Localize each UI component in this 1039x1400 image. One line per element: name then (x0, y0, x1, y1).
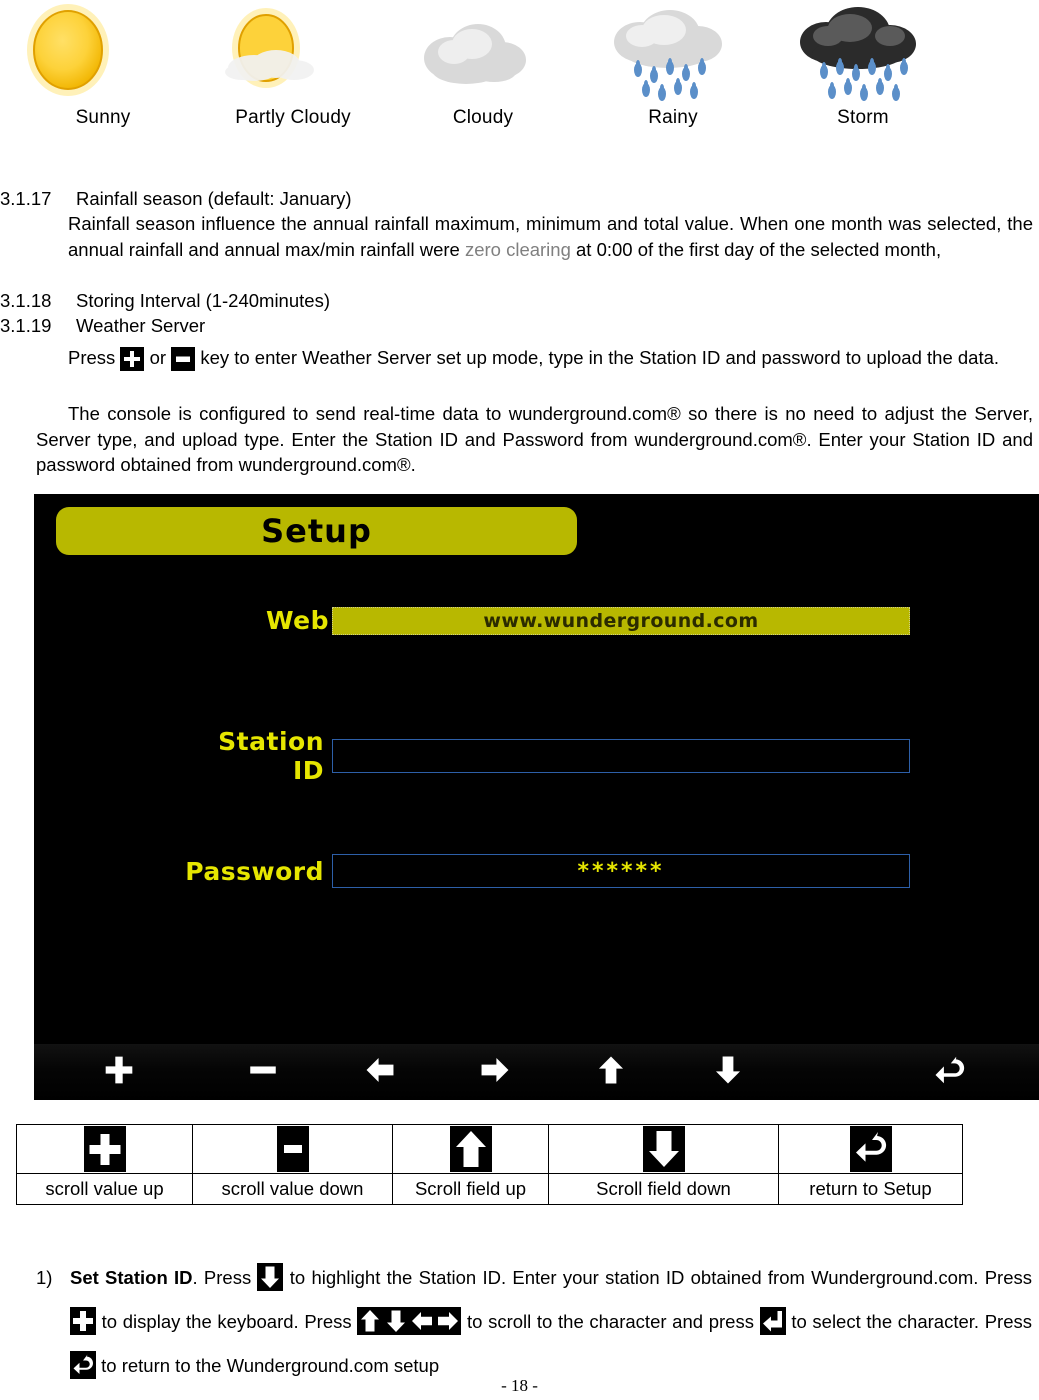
step-body: Set Station ID. Press to highlight the S… (70, 1256, 1032, 1388)
step-text-1: . Press (192, 1267, 252, 1288)
plus-icon (102, 1053, 136, 1092)
step-marker: 1) (36, 1267, 53, 1288)
section-title: Weather Server (76, 315, 206, 336)
arrow-up-icon (357, 1307, 384, 1335)
legend-cell-icon (16, 1124, 193, 1174)
legend-label-return-to-setup: return to Setup (778, 1173, 963, 1205)
lcd-label-station-id: Station ID (218, 727, 324, 785)
return-icon (931, 1052, 967, 1093)
cloud-icon (398, 2, 568, 102)
arrow-up-icon (594, 1053, 628, 1092)
lcd-toolbar-return-button[interactable] (787, 1044, 1039, 1100)
step-text-5: to select the character. Press (791, 1311, 1032, 1332)
lcd-field-password[interactable]: ****** (332, 854, 910, 888)
enter-key-icon (759, 1307, 786, 1335)
arrow-down-icon (257, 1263, 284, 1291)
weather-legend-item: Partly Cloudy (198, 0, 388, 129)
return-icon (849, 1126, 892, 1172)
lcd-toolbar-down-button[interactable] (669, 1044, 787, 1100)
minus-icon (171, 347, 196, 371)
weather-legend-label: Cloudy (452, 107, 514, 128)
arrow-right-icon (478, 1053, 512, 1092)
section-title: Storing Interval (1-240minutes) (76, 290, 330, 311)
weather-legend-label: Sunny (75, 107, 131, 128)
section-number: 3.1.19 (0, 315, 52, 336)
section-heading-3-1-17: 3.1.17 Rainfall season (default: January) (0, 186, 352, 211)
lcd-field-web[interactable]: www.wunderground.com (332, 606, 910, 635)
lcd-toolbar-up-button[interactable] (553, 1044, 669, 1100)
weather-legend-label: Storm (837, 107, 889, 128)
weather-legend-label: Partly Cloudy (235, 107, 351, 128)
step-set-station-id: 1) Set Station ID. Press to highlight th… (36, 1256, 1032, 1388)
weather-legend-label: Rainy (648, 107, 698, 128)
lcd-row-station-id: Station ID (182, 727, 910, 785)
arrow-down-icon (642, 1126, 685, 1172)
sun-icon (18, 2, 188, 102)
lcd-label-password: Password (185, 856, 324, 886)
press-prefix-text: Press (68, 347, 116, 368)
key-legend-table: scroll value up scroll value down Scroll… (16, 1124, 963, 1205)
lcd-setup-screen: Setup Web www.wunderground.com Station I… (34, 494, 1039, 1100)
lcd-toolbar-minus-button[interactable] (204, 1044, 322, 1100)
minus-icon (246, 1053, 280, 1092)
body-text-highlight: zero clearing (464, 238, 571, 260)
lcd-title-setup: Setup (56, 507, 577, 555)
section-3-1-19-paragraph-2: The console is configured to send real-t… (36, 403, 1033, 475)
sun-behind-cloud-icon (208, 2, 378, 102)
legend-label-scroll-value-up: scroll value up (16, 1173, 193, 1205)
step-text-3: to display the keyboard. Press (101, 1311, 352, 1332)
weather-legend-item: Sunny (8, 0, 198, 129)
lcd-label-web: Web (266, 606, 330, 635)
section-heading-3-1-19: 3.1.19 Weather Server (0, 313, 205, 338)
arrow-left-icon (409, 1307, 436, 1335)
step-text-4: to scroll to the character and press (466, 1311, 754, 1332)
arrow-left-icon (363, 1053, 397, 1092)
plus-icon (120, 347, 145, 371)
arrow-up-icon (449, 1126, 492, 1172)
legend-label-scroll-field-down: Scroll field down (548, 1173, 779, 1205)
arrow-down-icon (383, 1307, 410, 1335)
legend-cell-icon (392, 1124, 549, 1174)
legend-cell-icon (778, 1124, 963, 1174)
section-title: Rainfall season (default: January) (76, 188, 352, 209)
plus-icon (70, 1307, 96, 1335)
weather-legend-item: Cloudy (388, 0, 578, 129)
lcd-row-web: Web www.wunderground.com (266, 606, 910, 635)
section-number: 3.1.18 (0, 290, 52, 311)
legend-cell-icon (548, 1124, 779, 1174)
step-bold-lead: Set Station ID (70, 1267, 193, 1288)
arrow-down-icon (711, 1053, 745, 1092)
section-3-1-17-body: Rainfall season influence the annual rai… (68, 211, 1033, 262)
step-text-2: to highlight the Station ID. Enter your … (289, 1267, 1032, 1288)
rain-cloud-icon (588, 2, 758, 102)
press-suffix-text: key to enter Weather Server set up mode,… (200, 347, 1000, 368)
return-icon (70, 1351, 96, 1379)
legend-label-scroll-value-down: scroll value down (192, 1173, 393, 1205)
table-row-icons (16, 1124, 963, 1174)
weather-icon-legend: Sunny Partly Cloudy Cloudy Rainy Storm (0, 0, 1039, 150)
lcd-row-password: Password ****** (182, 854, 910, 888)
table-row-labels: scroll value up scroll value down Scroll… (16, 1173, 963, 1205)
storm-cloud-icon (778, 2, 948, 102)
page-number: - 18 - (501, 1376, 538, 1395)
lcd-toolbar-left-button[interactable] (322, 1044, 437, 1100)
section-3-1-19-press-paragraph: Press or key to enter Weather Server set… (36, 345, 1033, 371)
weather-legend-item: Storm (768, 0, 958, 129)
lcd-toolbar-right-button[interactable] (437, 1044, 553, 1100)
press-or-text: or (149, 347, 167, 368)
lcd-toolbar (34, 1044, 1039, 1100)
body-text-part-b: at 0:00 of the first day of the selected… (570, 238, 942, 260)
legend-label-scroll-field-up: Scroll field up (392, 1173, 549, 1205)
plus-icon (83, 1126, 126, 1172)
weather-legend-item: Rainy (578, 0, 768, 129)
arrow-right-icon (435, 1307, 462, 1335)
section-number: 3.1.17 (0, 188, 52, 209)
lcd-field-station-id[interactable] (332, 739, 910, 773)
section-heading-3-1-18: 3.1.18 Storing Interval (1-240minutes) (0, 288, 330, 313)
legend-cell-icon (192, 1124, 393, 1174)
step-text-6: to return to the Wunderground.com setup (101, 1355, 440, 1376)
minus-icon (276, 1126, 309, 1172)
lcd-toolbar-plus-button[interactable] (34, 1044, 204, 1100)
